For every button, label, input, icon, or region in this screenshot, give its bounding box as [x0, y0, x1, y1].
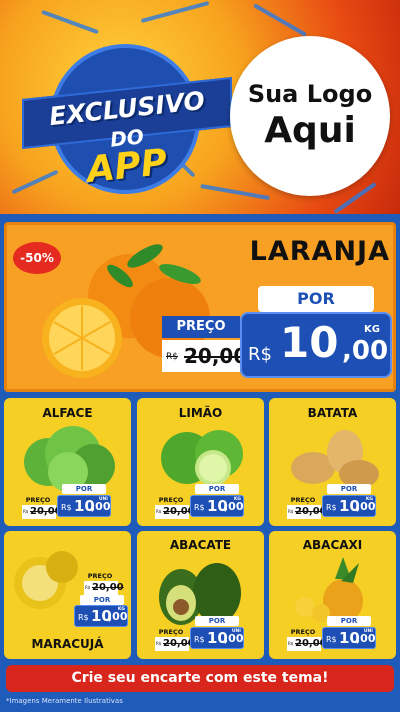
product-card-abacaxi[interactable]: ABACAXI PREÇO R$ 20,00 POR R$ 10 ,00 UNI: [269, 531, 396, 659]
old-price: R$ 20,00: [84, 581, 124, 595]
price-unit: KG: [233, 497, 241, 502]
product-card-abacate[interactable]: ABACATE PREÇO R$ 20,00 POR R$ 10 ,00 UNI: [137, 531, 264, 659]
product-name: ABACAXI: [302, 538, 363, 552]
old-price-value: 20,00: [184, 344, 248, 368]
create-flyer-button[interactable]: Crie seu encarte com este tema!: [6, 665, 394, 692]
lettuce-image: [24, 426, 115, 492]
streamer-decoration: [41, 9, 99, 35]
preco-label: PREÇO: [290, 628, 316, 636]
price-decimal: ,00: [342, 336, 389, 366]
price-unit: KG: [365, 497, 373, 502]
old-price-currency: R$: [156, 509, 162, 514]
price-currency: R$: [248, 344, 272, 365]
por-label: POR: [327, 616, 371, 626]
price-currency: R$: [78, 613, 89, 622]
featured-price-box: KG R$ 10 ,00: [240, 312, 392, 378]
exclusive-app-badge: EXCLUSIVO DO APP: [22, 44, 232, 194]
logo-text-line2: Aqui: [264, 110, 356, 151]
product-name: MARACUJÁ: [31, 637, 104, 651]
disclaimer-text: *Imagens Meramente Ilustrativas: [6, 697, 123, 705]
product-name: LIMÃO: [178, 406, 223, 420]
old-price-value: 20,00: [92, 582, 124, 593]
product-name: BATATA: [307, 406, 358, 420]
por-label: POR: [195, 616, 239, 626]
price-unit: UNI: [98, 497, 108, 502]
price-box: R$ 10 ,00 UNI: [57, 495, 111, 517]
old-price: R$ 20,00: [287, 505, 327, 519]
product-card-maracuja[interactable]: PREÇO R$ 20,00 POR R$ 10 ,00 KG MARACUJÁ: [4, 531, 131, 659]
streamer-decoration: [253, 3, 307, 37]
por-label: POR: [80, 595, 124, 605]
product-name: ALFACE: [42, 406, 93, 420]
price-unit: KG: [364, 324, 380, 335]
price-box: R$ 10 ,00 KG: [322, 495, 376, 517]
old-price-currency: R$: [288, 641, 294, 646]
potato-image: [291, 430, 379, 488]
price-currency: R$: [194, 635, 205, 644]
old-price: R$ 20,00: [22, 505, 62, 519]
price-currency: R$: [326, 503, 337, 512]
por-label: POR: [62, 484, 106, 494]
discount-badge: -50%: [13, 242, 61, 274]
preco-label: PREÇO: [162, 316, 240, 338]
price-box: R$ 10 ,00 UNI: [190, 627, 244, 649]
por-label: POR: [195, 484, 239, 494]
price-unit: KG: [117, 607, 125, 612]
old-price: R$ 20,00: [155, 505, 195, 519]
price-unit: UNI: [231, 629, 241, 634]
por-label: POR: [258, 286, 374, 312]
pineapple-image: [295, 557, 363, 623]
product-card-limao[interactable]: LIMÃO PREÇO R$ 20,00 POR R$ 10 ,00 KG: [137, 398, 264, 526]
preco-label: PREÇO: [87, 572, 113, 580]
preco-label: PREÇO: [290, 496, 316, 504]
old-price-currency: R$: [288, 509, 294, 514]
logo-placeholder[interactable]: Sua Logo Aqui: [230, 36, 390, 196]
preco-label: PREÇO: [158, 628, 184, 636]
price-box: R$ 10 ,00 UNI: [322, 627, 376, 649]
old-price-currency: R$: [166, 352, 178, 362]
old-price: R$ 20,00: [162, 340, 247, 372]
product-name: ABACATE: [169, 538, 232, 552]
price-integer: 10: [280, 318, 339, 367]
price-box: R$ 10 ,00 KG: [190, 495, 244, 517]
featured-product-name: LARANJA: [249, 236, 390, 267]
old-price-currency: R$: [85, 585, 91, 590]
preco-label: PREÇO: [25, 496, 51, 504]
logo-text-line1: Sua Logo: [247, 80, 373, 108]
price-unit: UNI: [363, 629, 373, 634]
price-box: R$ 10 ,00 KG: [74, 605, 128, 627]
price-currency: R$: [194, 503, 205, 512]
old-price-currency: R$: [156, 641, 162, 646]
passion-fruit-image: [14, 551, 78, 609]
old-price: R$ 20,00: [287, 637, 327, 651]
lime-image: [161, 430, 243, 486]
price-currency: R$: [326, 635, 337, 644]
preco-label: PREÇO: [158, 496, 184, 504]
por-label: POR: [327, 484, 371, 494]
price-currency: R$: [61, 503, 72, 512]
product-card-alface[interactable]: ALFACE PREÇO R$ 20,00 POR R$ 10 ,00 UNI: [4, 398, 131, 526]
product-card-batata[interactable]: BATATA PREÇO R$ 20,00 POR R$ 10 ,00 KG: [269, 398, 396, 526]
old-price-currency: R$: [23, 509, 29, 514]
old-price: R$ 20,00: [155, 637, 195, 651]
streamer-decoration: [140, 1, 210, 23]
